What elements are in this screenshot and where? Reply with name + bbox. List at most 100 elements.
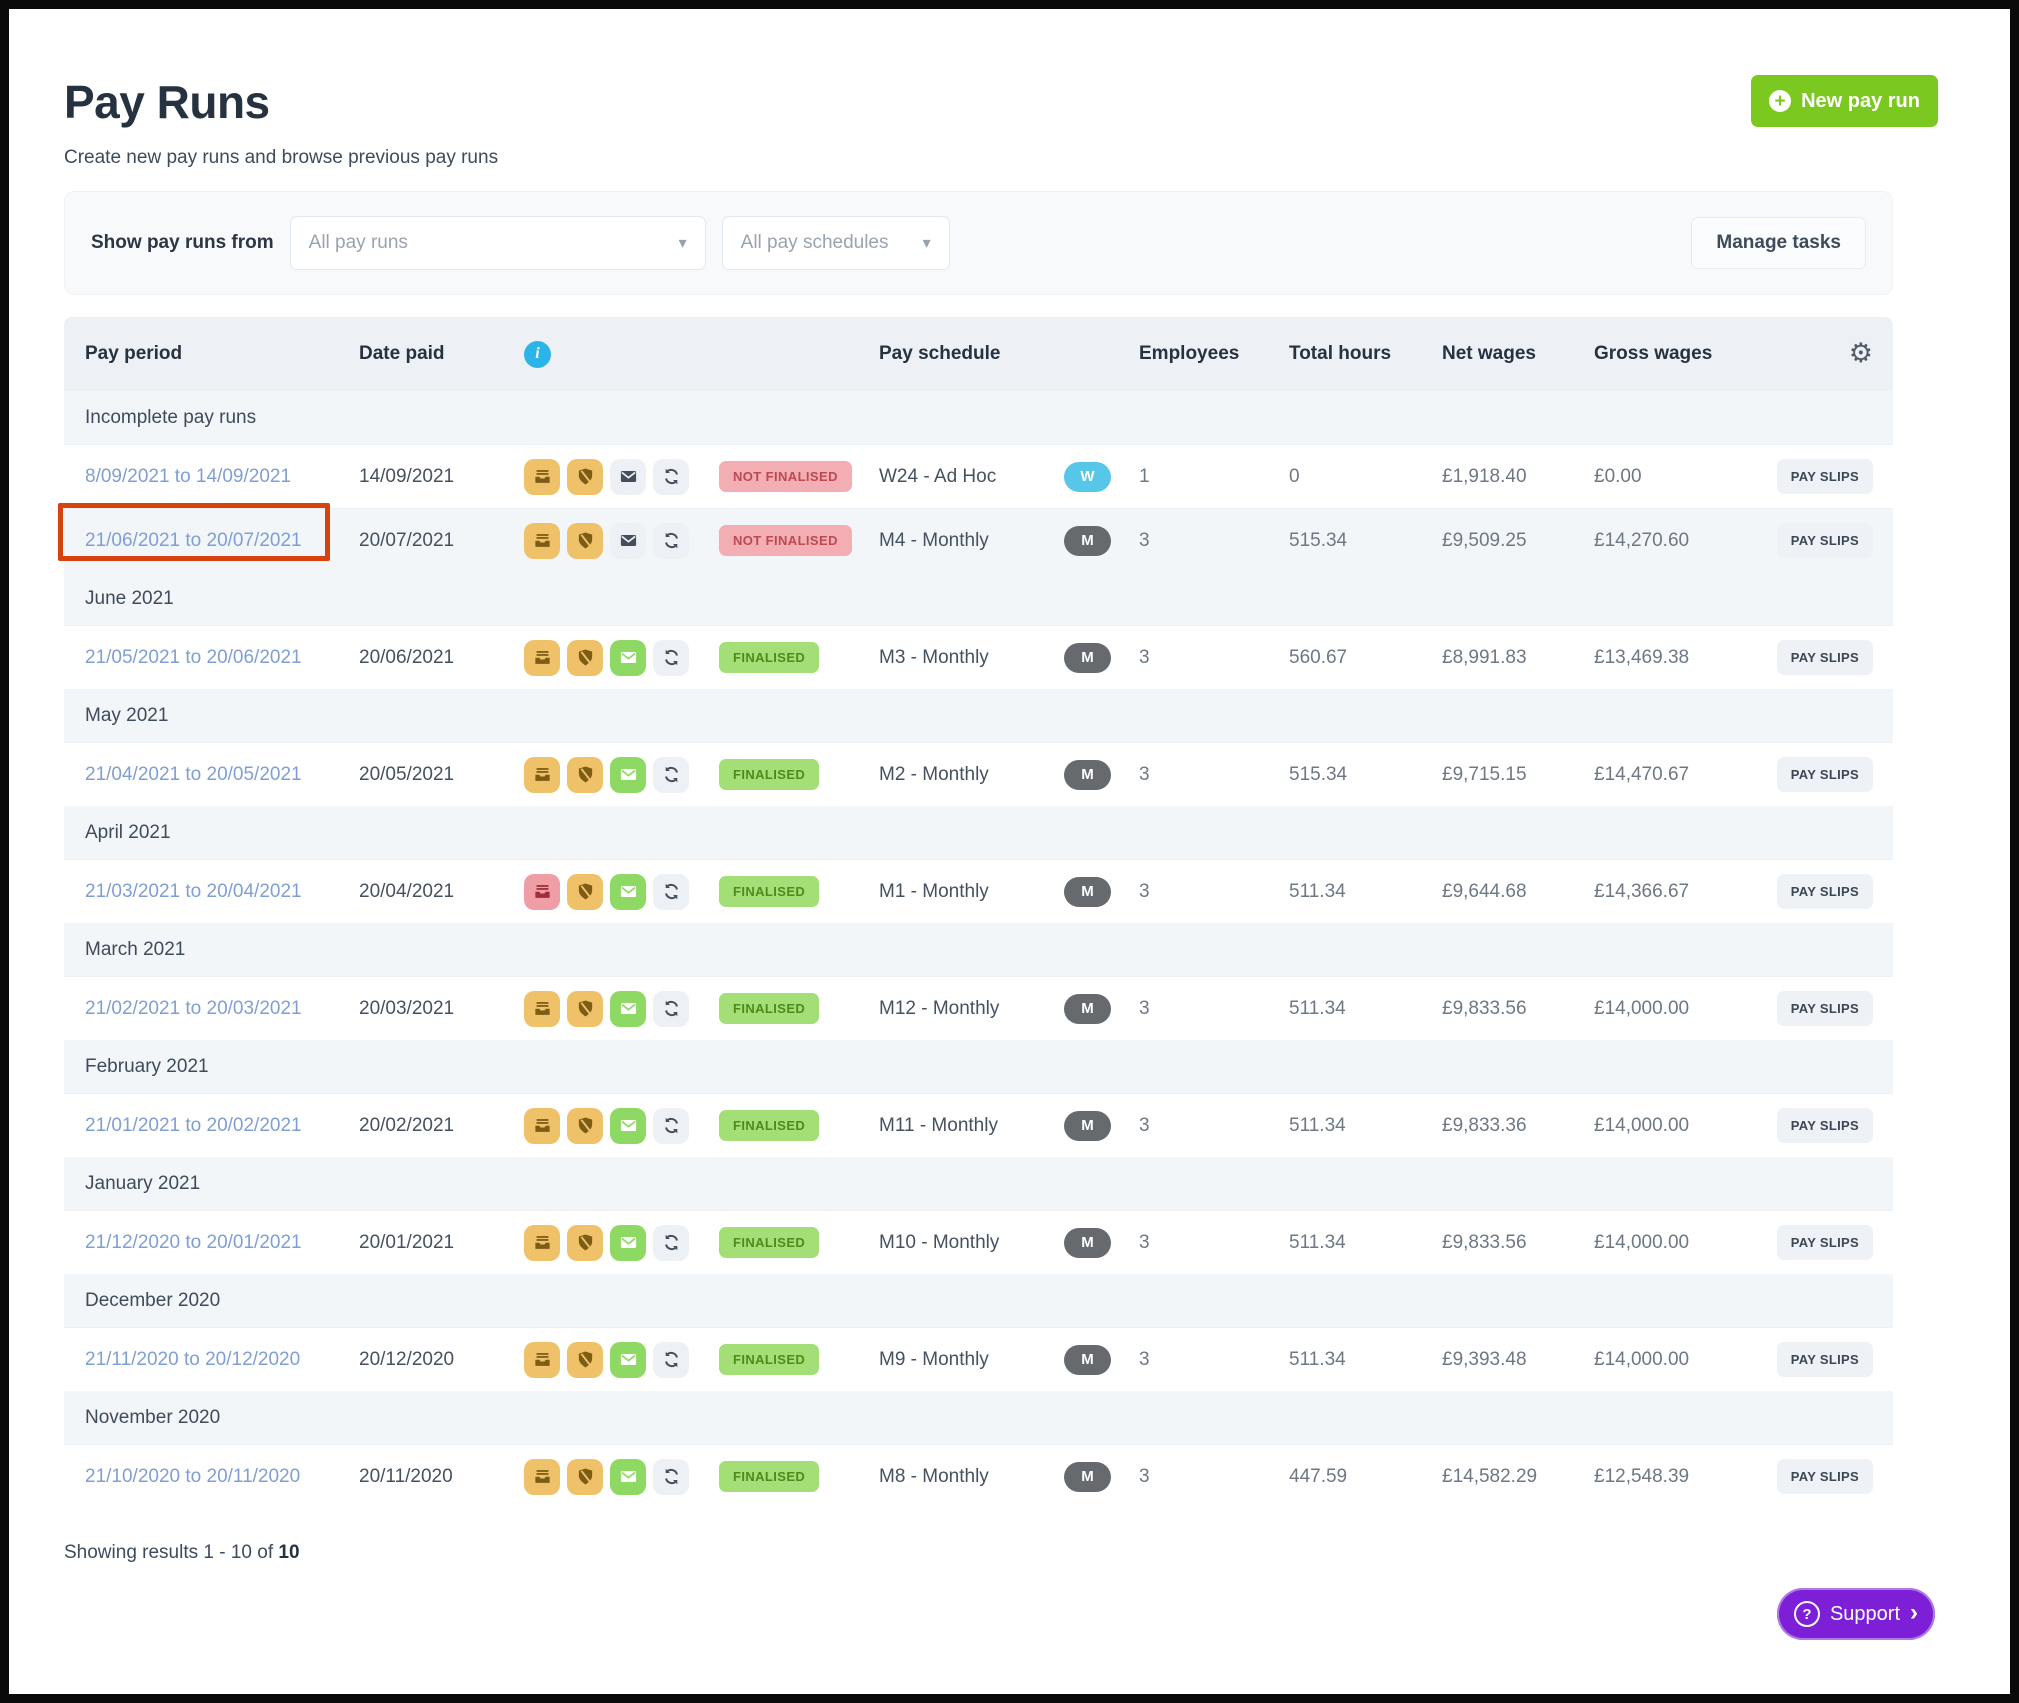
payslip-icon [524,1225,560,1261]
pay-slips-button[interactable]: PAY SLIPS [1777,523,1873,558]
gross-wages-value: £14,000.00 [1594,1349,1764,1371]
frequency-badge: M [1064,643,1111,673]
net-wages-value: £14,582.29 [1442,1466,1594,1488]
pay-period-link[interactable]: 21/12/2020 to 20/01/2021 [85,1232,302,1253]
frequency-badge: M [1064,1111,1111,1141]
employees-value: 3 [1139,764,1289,786]
pay-schedule-value: M4 - Monthly [879,530,1064,552]
column-header-date-paid: Date paid [359,343,524,365]
payslip-icon [524,991,560,1027]
column-header-employees: Employees [1139,343,1289,365]
date-paid-value: 20/06/2021 [359,647,524,669]
pay-schedules-filter-dropdown[interactable]: All pay schedules ▾ [722,216,950,270]
date-paid-value: 20/02/2021 [359,1115,524,1137]
table-row: 8/09/2021 to 14/09/2021 14/09/2021 NOT F… [64,444,1893,508]
table-header-row: Pay period Date paid i Pay schedule Empl… [64,317,1893,391]
pay-runs-filter-dropdown[interactable]: All pay runs ▾ [290,216,706,270]
pay-period-link[interactable]: 21/10/2020 to 20/11/2020 [85,1466,300,1487]
pay-slips-button[interactable]: PAY SLIPS [1777,991,1873,1026]
question-circle-icon: ? [1794,1601,1820,1627]
section-label: December 2020 [64,1290,1893,1312]
status-badge: FINALISED [719,759,819,790]
frequency-badge: M [1064,1345,1111,1375]
pension-shield-icon [567,991,603,1027]
pension-shield-icon [567,1225,603,1261]
status-badge: NOT FINALISED [719,525,852,556]
pay-period-link[interactable]: 21/01/2021 to 20/02/2021 [85,1115,302,1136]
screenshot-frame: Pay Runs Create new pay runs and browse … [0,0,2019,1703]
new-pay-run-label: New pay run [1801,90,1920,113]
section-label: May 2021 [64,705,1893,727]
section-header-row: May 2021 [64,689,1893,742]
pay-schedule-value: M8 - Monthly [879,1466,1064,1488]
gear-icon[interactable]: ⚙ [1849,338,1873,368]
gross-wages-value: £14,000.00 [1594,1115,1764,1137]
support-button[interactable]: ? Support › [1777,1588,1935,1640]
pension-shield-icon [567,1342,603,1378]
net-wages-value: £9,833.56 [1442,998,1594,1020]
pension-shield-icon [567,757,603,793]
pension-shield-icon [567,874,603,910]
net-wages-value: £9,644.68 [1442,881,1594,903]
gross-wages-value: £14,000.00 [1594,1232,1764,1254]
status-badge: FINALISED [719,1110,819,1141]
status-badge: FINALISED [719,876,819,907]
total-hours-value: 511.34 [1289,1115,1442,1137]
pay-schedule-value: M12 - Monthly [879,998,1064,1020]
net-wages-value: £9,393.48 [1442,1349,1594,1371]
email-icon [610,991,646,1027]
employees-value: 3 [1139,998,1289,1020]
payslip-icon [524,640,560,676]
pay-period-link[interactable]: 21/04/2021 to 20/05/2021 [85,764,302,785]
email-icon [610,1342,646,1378]
gross-wages-value: £14,270.60 [1594,530,1764,552]
payslip-icon [524,1342,560,1378]
date-paid-value: 14/09/2021 [359,466,524,488]
column-header-net-wages: Net wages [1442,343,1594,365]
pay-period-link[interactable]: 8/09/2021 to 14/09/2021 [85,466,291,487]
sync-icon [653,757,689,793]
employees-value: 3 [1139,647,1289,669]
table-row: 21/06/2021 to 20/07/2021 20/07/2021 NOT … [64,508,1893,572]
pay-slips-button[interactable]: PAY SLIPS [1777,1225,1873,1260]
section-header-row: November 2020 [64,1391,1893,1444]
status-badge: FINALISED [719,642,819,673]
section-header-row: January 2021 [64,1157,1893,1210]
pay-slips-button[interactable]: PAY SLIPS [1777,459,1873,494]
pay-period-link[interactable]: 21/06/2021 to 20/07/2021 [85,530,302,551]
section-label: January 2021 [64,1173,1893,1195]
pay-slips-button[interactable]: PAY SLIPS [1777,757,1873,792]
pay-period-link[interactable]: 21/03/2021 to 20/04/2021 [85,881,302,902]
pension-shield-icon [567,1108,603,1144]
section-header-row: June 2021 [64,572,1893,625]
gross-wages-value: £0.00 [1594,466,1764,488]
date-paid-value: 20/05/2021 [359,764,524,786]
total-hours-value: 511.34 [1289,998,1442,1020]
net-wages-value: £9,509.25 [1442,530,1594,552]
pay-slips-button[interactable]: PAY SLIPS [1777,1459,1873,1494]
pay-period-link[interactable]: 21/02/2021 to 20/03/2021 [85,998,302,1019]
manage-tasks-button[interactable]: Manage tasks [1691,217,1866,269]
pay-runs-filter-value: All pay runs [309,232,408,254]
pay-slips-button[interactable]: PAY SLIPS [1777,1342,1873,1377]
pay-slips-button[interactable]: PAY SLIPS [1777,640,1873,675]
results-summary-text: Showing results 1 - 10 of [64,1542,273,1563]
info-icon[interactable]: i [524,341,551,368]
table-row: 21/11/2020 to 20/12/2020 20/12/2020 FINA… [64,1327,1893,1391]
date-paid-value: 20/12/2020 [359,1349,524,1371]
pay-slips-button[interactable]: PAY SLIPS [1777,1108,1873,1143]
new-pay-run-button[interactable]: + New pay run [1751,75,1938,127]
column-header-pay-period: Pay period [64,343,359,365]
sync-icon [653,459,689,495]
total-hours-value: 511.34 [1289,881,1442,903]
net-wages-value: £1,918.40 [1442,466,1594,488]
section-header-row: February 2021 [64,1040,1893,1093]
sync-icon [653,874,689,910]
employees-value: 3 [1139,1232,1289,1254]
pay-period-link[interactable]: 21/11/2020 to 20/12/2020 [85,1349,300,1370]
pay-slips-button[interactable]: PAY SLIPS [1777,874,1873,909]
table-row: 21/03/2021 to 20/04/2021 20/04/2021 FINA… [64,859,1893,923]
gross-wages-value: £14,000.00 [1594,998,1764,1020]
status-badge: FINALISED [719,1461,819,1492]
pay-period-link[interactable]: 21/05/2021 to 20/06/2021 [85,647,302,668]
